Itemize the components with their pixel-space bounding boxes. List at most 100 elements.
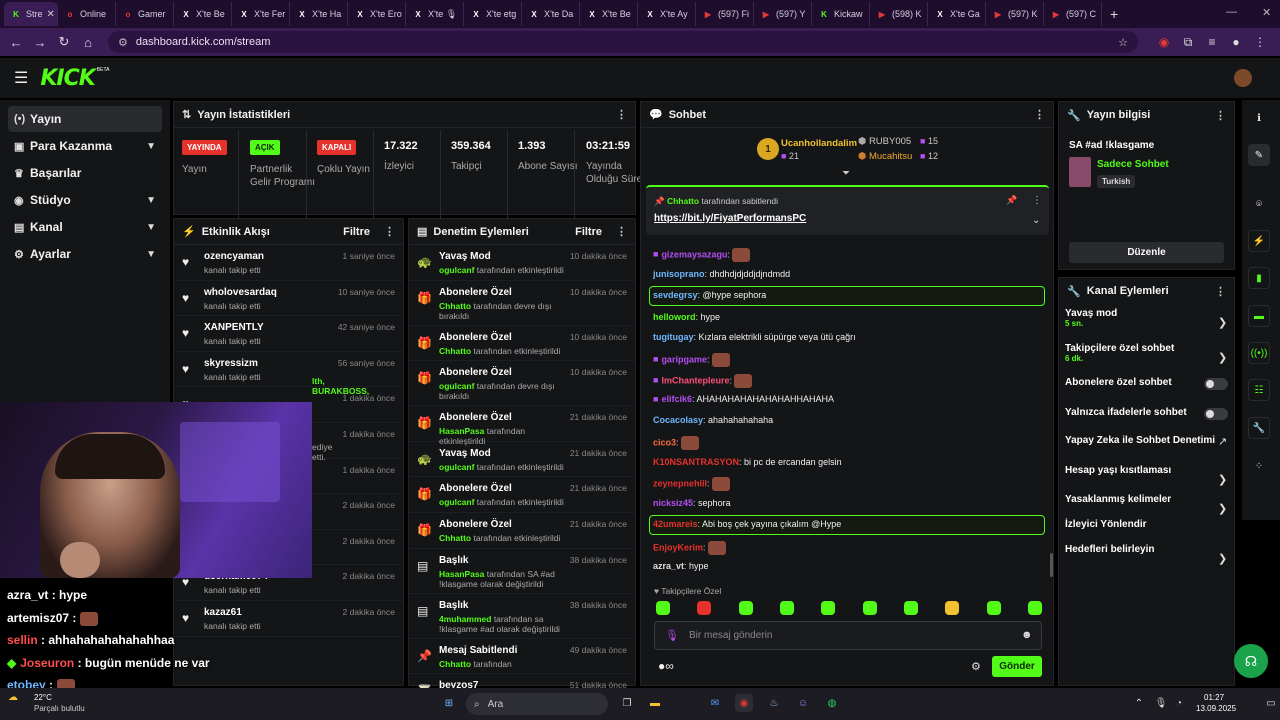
sidebar-item-para-kazanma[interactable]: ▣ Para Kazanma ▼ [8, 133, 162, 159]
bolt-rail-icon[interactable]: ⚡ [1248, 230, 1270, 252]
chevron-right-icon[interactable]: ❯ [1218, 552, 1227, 565]
sidebar-item-basarilar[interactable]: ♛ Başarılar [8, 160, 162, 186]
channel-action-row[interactable]: İzleyici Yönlendir [1065, 519, 1147, 530]
new-tab-button[interactable]: + [1110, 6, 1118, 22]
chat-username[interactable]: tugitugay [653, 332, 694, 342]
filter-button[interactable]: Filtre [343, 226, 370, 238]
browser-tab[interactable]: X X'te etg [464, 2, 522, 26]
browser-tab[interactable]: X X'te Be [174, 2, 232, 26]
chevron-right-icon[interactable]: ❯ [1218, 473, 1227, 486]
steam-icon[interactable]: ♨ [765, 694, 783, 712]
kebab-icon[interactable]: ⋮ [1032, 195, 1042, 206]
mod-user[interactable]: Chhatto [439, 301, 471, 311]
channel-action-row[interactable]: Hesap yaşı kısıtlaması [1065, 465, 1171, 476]
send-button[interactable]: Gönder [992, 656, 1042, 677]
emote-icon[interactable] [1027, 601, 1042, 615]
taskbar-search[interactable]: ⌕ Ara [466, 693, 608, 715]
mic-icon[interactable]: 🎙 [665, 629, 679, 642]
activity-user[interactable]: kazaz61 [204, 607, 261, 618]
sidebar-item-studyo[interactable]: ◉ Stüdyo ▼ [8, 187, 162, 213]
wifi-icon[interactable]: ◔ [1170, 694, 1188, 712]
browser-tab[interactable]: X X'te Ay [638, 2, 696, 26]
channel-action-row[interactable]: Yasaklanmış kelimeler [1065, 494, 1171, 505]
emote-icon[interactable] [656, 601, 670, 615]
support-headset-icon[interactable]: ☊ [1234, 644, 1268, 678]
chat-username[interactable]: EnjoyKerim [653, 542, 703, 552]
browser-tab[interactable]: X X'te Be [580, 2, 638, 26]
reload-icon[interactable]: ↻ [52, 34, 76, 50]
filter-button[interactable]: Filtre [575, 226, 602, 238]
stats-rail-icon[interactable]: ▮ [1248, 267, 1270, 289]
emote-icon[interactable] [986, 601, 1001, 615]
chat-username[interactable]: elifcik6 [661, 394, 692, 404]
spotify-icon[interactable]: ◍ [823, 694, 841, 712]
kebab-icon[interactable]: ⋮ [1215, 109, 1226, 122]
browser-tab[interactable]: o Online [58, 2, 116, 26]
emote-icon[interactable] [738, 601, 753, 615]
channel-action-row[interactable]: Yavaş mod 5 sn. [1065, 308, 1117, 328]
tray-chevron-icon[interactable]: ⌃ [1130, 694, 1148, 712]
hamburger-menu-icon[interactable]: ☰ [14, 68, 28, 88]
add-widget-icon[interactable]: ⁘ [1248, 455, 1270, 477]
sidebar-item-kanal[interactable]: ▤ Kanal ▼ [8, 214, 162, 240]
kebab-icon[interactable]: ⋮ [1034, 108, 1045, 121]
url-field[interactable]: ⚙ dashboard.kick.com/stream ☆ [108, 31, 1138, 53]
site-info-icon[interactable]: ⚙ [118, 36, 128, 49]
chat-username[interactable]: Cocacolasy [653, 415, 703, 425]
browser-tab[interactable]: ▶ (597) C [1044, 2, 1102, 26]
sidebar-item-ayarlar[interactable]: ⚙ Ayarlar ▼ [8, 241, 162, 267]
forward-icon[interactable]: → [28, 35, 52, 50]
chat-settings-icon[interactable]: ⚙ [971, 660, 981, 673]
sidebar-item-yayin[interactable]: (•) Yayın [8, 106, 162, 132]
top-gifter-name[interactable]: Ucanhollandalim [781, 138, 857, 149]
tab-close-icon[interactable]: ✕ [47, 9, 55, 20]
chat-tools-icon[interactable]: ●∞ [658, 659, 674, 673]
chat-username[interactable]: azra_vt [653, 561, 684, 571]
kebab-icon[interactable]: ⋮ [1215, 285, 1226, 298]
chat-username[interactable]: sevdegrsy [653, 290, 698, 300]
browser-tab[interactable]: X X'te Ga [928, 2, 986, 26]
chevron-right-icon[interactable]: ❯ [1218, 502, 1227, 515]
users-rail-icon[interactable]: ☷ [1248, 379, 1270, 401]
channel-action-row[interactable]: Yalnızca ifadelerle sohbet [1065, 407, 1187, 418]
mod-user[interactable]: ogulcanf [439, 497, 474, 507]
discord-icon[interactable]: ☺ [794, 694, 812, 712]
browser-tab[interactable]: o Gamer [116, 2, 174, 26]
user-avatar[interactable] [1234, 69, 1252, 87]
emote-icon[interactable] [821, 601, 836, 615]
notification-icon[interactable]: ▭ [1262, 694, 1280, 712]
activity-user[interactable]: skyressizm [204, 358, 261, 369]
chat-input[interactable]: 🎙 Bir mesaj gönderin ☻ [654, 621, 1042, 650]
chrome-icon[interactable]: ◉ [735, 694, 753, 712]
mod-user[interactable]: HasanPasa [439, 569, 484, 579]
browser-tab[interactable]: ▶ (597) Fi [696, 2, 754, 26]
pencil-icon[interactable]: ✎ [1248, 144, 1270, 166]
unpin-icon[interactable]: 📌 [1006, 195, 1017, 206]
bookmark-star-icon[interactable]: ☆ [1118, 36, 1128, 49]
emote-icon[interactable] [903, 601, 918, 615]
broadcast-rail-icon[interactable]: ((•)) [1248, 342, 1270, 364]
activity-user[interactable]: XANPENTLY [204, 322, 264, 333]
kebab-icon[interactable]: ⋮ [384, 225, 395, 238]
emote-icon[interactable] [945, 601, 960, 615]
info-icon[interactable]: ℹ [1248, 107, 1270, 129]
mod-user[interactable]: Chhatto [439, 533, 471, 543]
emote-icon[interactable] [862, 601, 877, 615]
activity-user[interactable]: wholovesardaq [204, 287, 277, 298]
mod-user[interactable]: 4muhammed [439, 614, 491, 624]
task-view-icon[interactable]: ❐ [618, 694, 636, 712]
gifter-three[interactable]: ⬢ Mucahitsu [858, 151, 912, 162]
mod-user[interactable]: ogulcanf [439, 462, 474, 472]
edit-button[interactable]: Düzenle [1069, 242, 1224, 263]
expand-icon[interactable]: ⌄ [1032, 215, 1040, 226]
category-name[interactable]: Sadece Sohbet [1097, 159, 1169, 170]
mod-user[interactable]: Chhatto [439, 346, 471, 356]
outlook-icon[interactable]: ✉ [706, 694, 724, 712]
activity-user[interactable]: ozencyaman [204, 251, 264, 262]
chat-rail-icon[interactable]: ▬ [1248, 305, 1270, 327]
chat-username[interactable]: zeynepnehiil [653, 478, 707, 488]
browser-tab[interactable]: K Kickaw [812, 2, 870, 26]
channel-action-row[interactable]: Hedefleri belirleyin [1065, 544, 1154, 555]
kebab-icon[interactable]: ⋮ [616, 108, 627, 121]
emote-icon[interactable] [697, 601, 712, 615]
